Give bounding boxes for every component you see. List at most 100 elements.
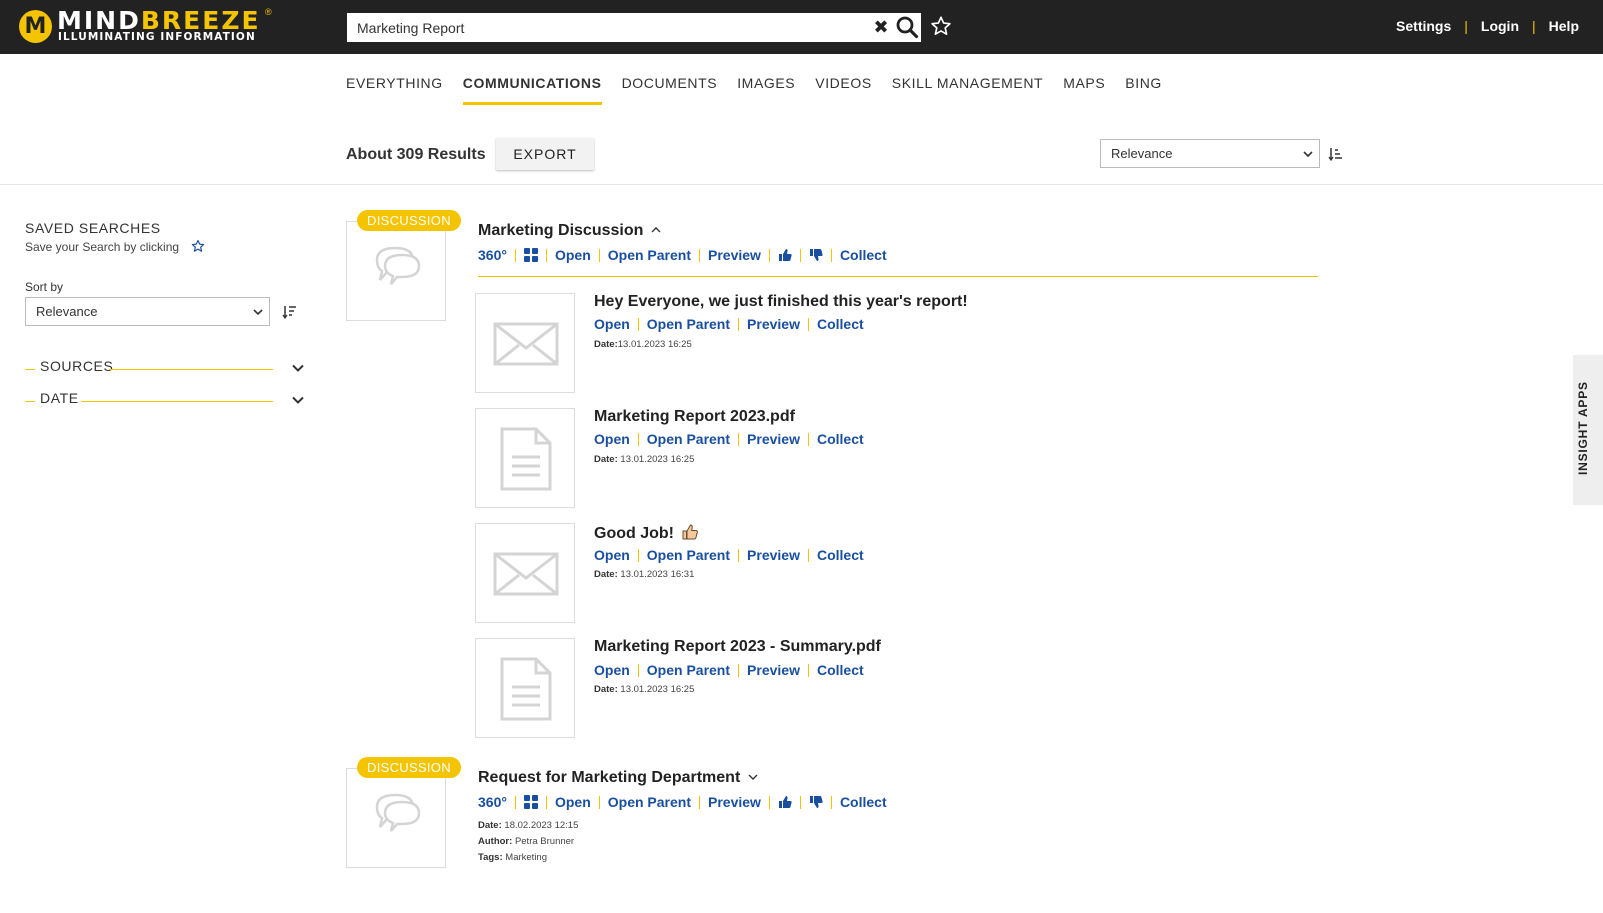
tab-skill-management[interactable]: SKILL MANAGEMENT (892, 75, 1043, 107)
child-result-title[interactable]: Marketing Report 2023.pdf (594, 408, 795, 426)
result-actions: 360° Open Open Parent Preview Collect (478, 247, 887, 263)
result-metadata: Date: 18.02.2023 12:15 Author: Petra Bru… (478, 818, 578, 866)
sort-select-sidebar[interactable]: Relevance (25, 297, 270, 326)
result-tags: Tags: Marketing (478, 852, 547, 863)
child-result-title[interactable]: Hey Everyone, we just finished this year… (594, 293, 968, 311)
preview-link[interactable]: Preview (747, 547, 800, 563)
login-link[interactable]: Login (1481, 18, 1519, 34)
tab-everything[interactable]: EVERYTHING (346, 75, 443, 107)
open-link[interactable]: Open (594, 431, 630, 447)
chevron-down-icon (1303, 151, 1313, 158)
facet-sources[interactable]: SOURCES (25, 356, 305, 376)
thumbs-up-icon[interactable] (778, 795, 792, 809)
tab-bing[interactable]: BING (1125, 75, 1162, 107)
child-result-actions: Open Open Parent Preview Collect (594, 662, 864, 678)
saved-searches-title: SAVED SEARCHES (25, 220, 161, 236)
discussion-badge: DISCUSSION (357, 210, 461, 231)
document-icon (500, 427, 552, 491)
360-link[interactable]: 360° (478, 794, 507, 810)
search-icon[interactable] (895, 15, 919, 39)
child-result-actions: Open Open Parent Preview Collect (594, 316, 864, 332)
result-date: Date: 13.01.2023 16:25 (594, 684, 695, 695)
save-search-star-icon[interactable] (191, 239, 205, 253)
result-author: Author: Petra Brunner (478, 836, 575, 847)
document-thumbnail[interactable] (475, 408, 575, 508)
chat-bubble-icon (375, 793, 421, 832)
chevron-down-icon[interactable] (747, 772, 759, 782)
open-parent-link[interactable]: Open Parent (647, 547, 730, 563)
insight-apps-tab[interactable]: INSIGHT APPS (1573, 355, 1603, 505)
header-links: Settings | Login | Help (1396, 18, 1579, 34)
chat-bubble-icon (375, 246, 421, 285)
open-parent-link[interactable]: Open Parent (647, 431, 730, 447)
open-link[interactable]: Open (555, 247, 591, 263)
sort-direction-icon[interactable] (282, 304, 298, 320)
open-parent-link[interactable]: Open Parent (608, 247, 691, 263)
collect-link[interactable]: Collect (840, 247, 887, 263)
preview-link[interactable]: Preview (747, 662, 800, 678)
preview-link[interactable]: Preview (747, 316, 800, 332)
collect-link[interactable]: Collect (817, 431, 864, 447)
sort-direction-icon[interactable] (1328, 146, 1344, 162)
search-input[interactable] (347, 13, 867, 42)
tab-images[interactable]: IMAGES (737, 75, 795, 107)
result-title[interactable]: Marketing Discussion (478, 222, 662, 240)
collect-link[interactable]: Collect (817, 662, 864, 678)
mindbreeze-logo[interactable]: M MINDBREEZE ® ILLUMINATING INFORMATION (19, 7, 279, 45)
open-link[interactable]: Open (594, 547, 630, 563)
tab-maps[interactable]: MAPS (1063, 75, 1105, 107)
discussion-divider (478, 276, 1318, 277)
sort-select-top[interactable]: Relevance (1100, 139, 1320, 168)
email-thumbnail[interactable] (475, 523, 575, 623)
thumbs-down-icon[interactable] (809, 795, 823, 809)
envelope-icon (493, 322, 559, 366)
email-thumbnail[interactable] (475, 293, 575, 393)
open-link[interactable]: Open (594, 662, 630, 678)
open-parent-link[interactable]: Open Parent (647, 662, 730, 678)
preview-link[interactable]: Preview (708, 247, 761, 263)
preview-link[interactable]: Preview (708, 794, 761, 810)
search-box: ✖ (347, 13, 921, 42)
divider (0, 184, 1603, 185)
chevron-up-icon[interactable] (650, 225, 662, 235)
result-date: Date: 18.02.2023 12:15 (478, 820, 579, 831)
settings-link[interactable]: Settings (1396, 18, 1451, 34)
document-icon (500, 657, 552, 721)
search-tabs: EVERYTHING COMMUNICATIONS DOCUMENTS IMAG… (346, 75, 1182, 107)
tab-documents[interactable]: DOCUMENTS (622, 75, 718, 107)
grid-icon[interactable] (523, 795, 538, 809)
collect-link[interactable]: Collect (840, 794, 887, 810)
child-result-title[interactable]: Good Job! (594, 523, 699, 543)
preview-link[interactable]: Preview (747, 431, 800, 447)
thumbs-down-icon[interactable] (809, 248, 823, 262)
facet-date[interactable]: DATE (25, 388, 305, 408)
clear-icon[interactable]: ✖ (871, 16, 891, 38)
collect-link[interactable]: Collect (817, 547, 864, 563)
favorite-star-icon[interactable] (930, 15, 952, 37)
open-parent-link[interactable]: Open Parent (608, 794, 691, 810)
top-bar: M MINDBREEZE ® ILLUMINATING INFORMATION … (0, 0, 1603, 54)
sort-by-label: Sort by (25, 280, 64, 294)
grid-icon[interactable] (523, 248, 538, 262)
result-title[interactable]: Request for Marketing Department (478, 769, 759, 787)
help-link[interactable]: Help (1549, 18, 1579, 34)
thumbs-up-icon[interactable] (778, 248, 792, 262)
open-link[interactable]: Open (594, 316, 630, 332)
tab-communications[interactable]: COMMUNICATIONS (462, 75, 602, 107)
saved-searches-hint: Save your Search by clicking (25, 240, 180, 254)
open-link[interactable]: Open (555, 794, 591, 810)
child-result-actions: Open Open Parent Preview Collect (594, 547, 864, 563)
collect-link[interactable]: Collect (817, 316, 864, 332)
tab-videos[interactable]: VIDEOS (815, 75, 872, 107)
document-thumbnail[interactable] (475, 638, 575, 738)
discussion-thumbnail[interactable] (346, 768, 446, 868)
discussion-thumbnail[interactable] (346, 221, 446, 321)
result-date: Date: 13.01.2023 16:25 (594, 454, 695, 465)
360-link[interactable]: 360° (478, 247, 507, 263)
child-result-title[interactable]: Marketing Report 2023 - Summary.pdf (594, 638, 881, 656)
result-date: Date: 13.01.2023 16:31 (594, 569, 695, 580)
export-button[interactable]: EXPORT (496, 138, 594, 170)
chevron-down-icon (253, 309, 263, 316)
result-actions: 360° Open Open Parent Preview Collect (478, 794, 887, 810)
open-parent-link[interactable]: Open Parent (647, 316, 730, 332)
